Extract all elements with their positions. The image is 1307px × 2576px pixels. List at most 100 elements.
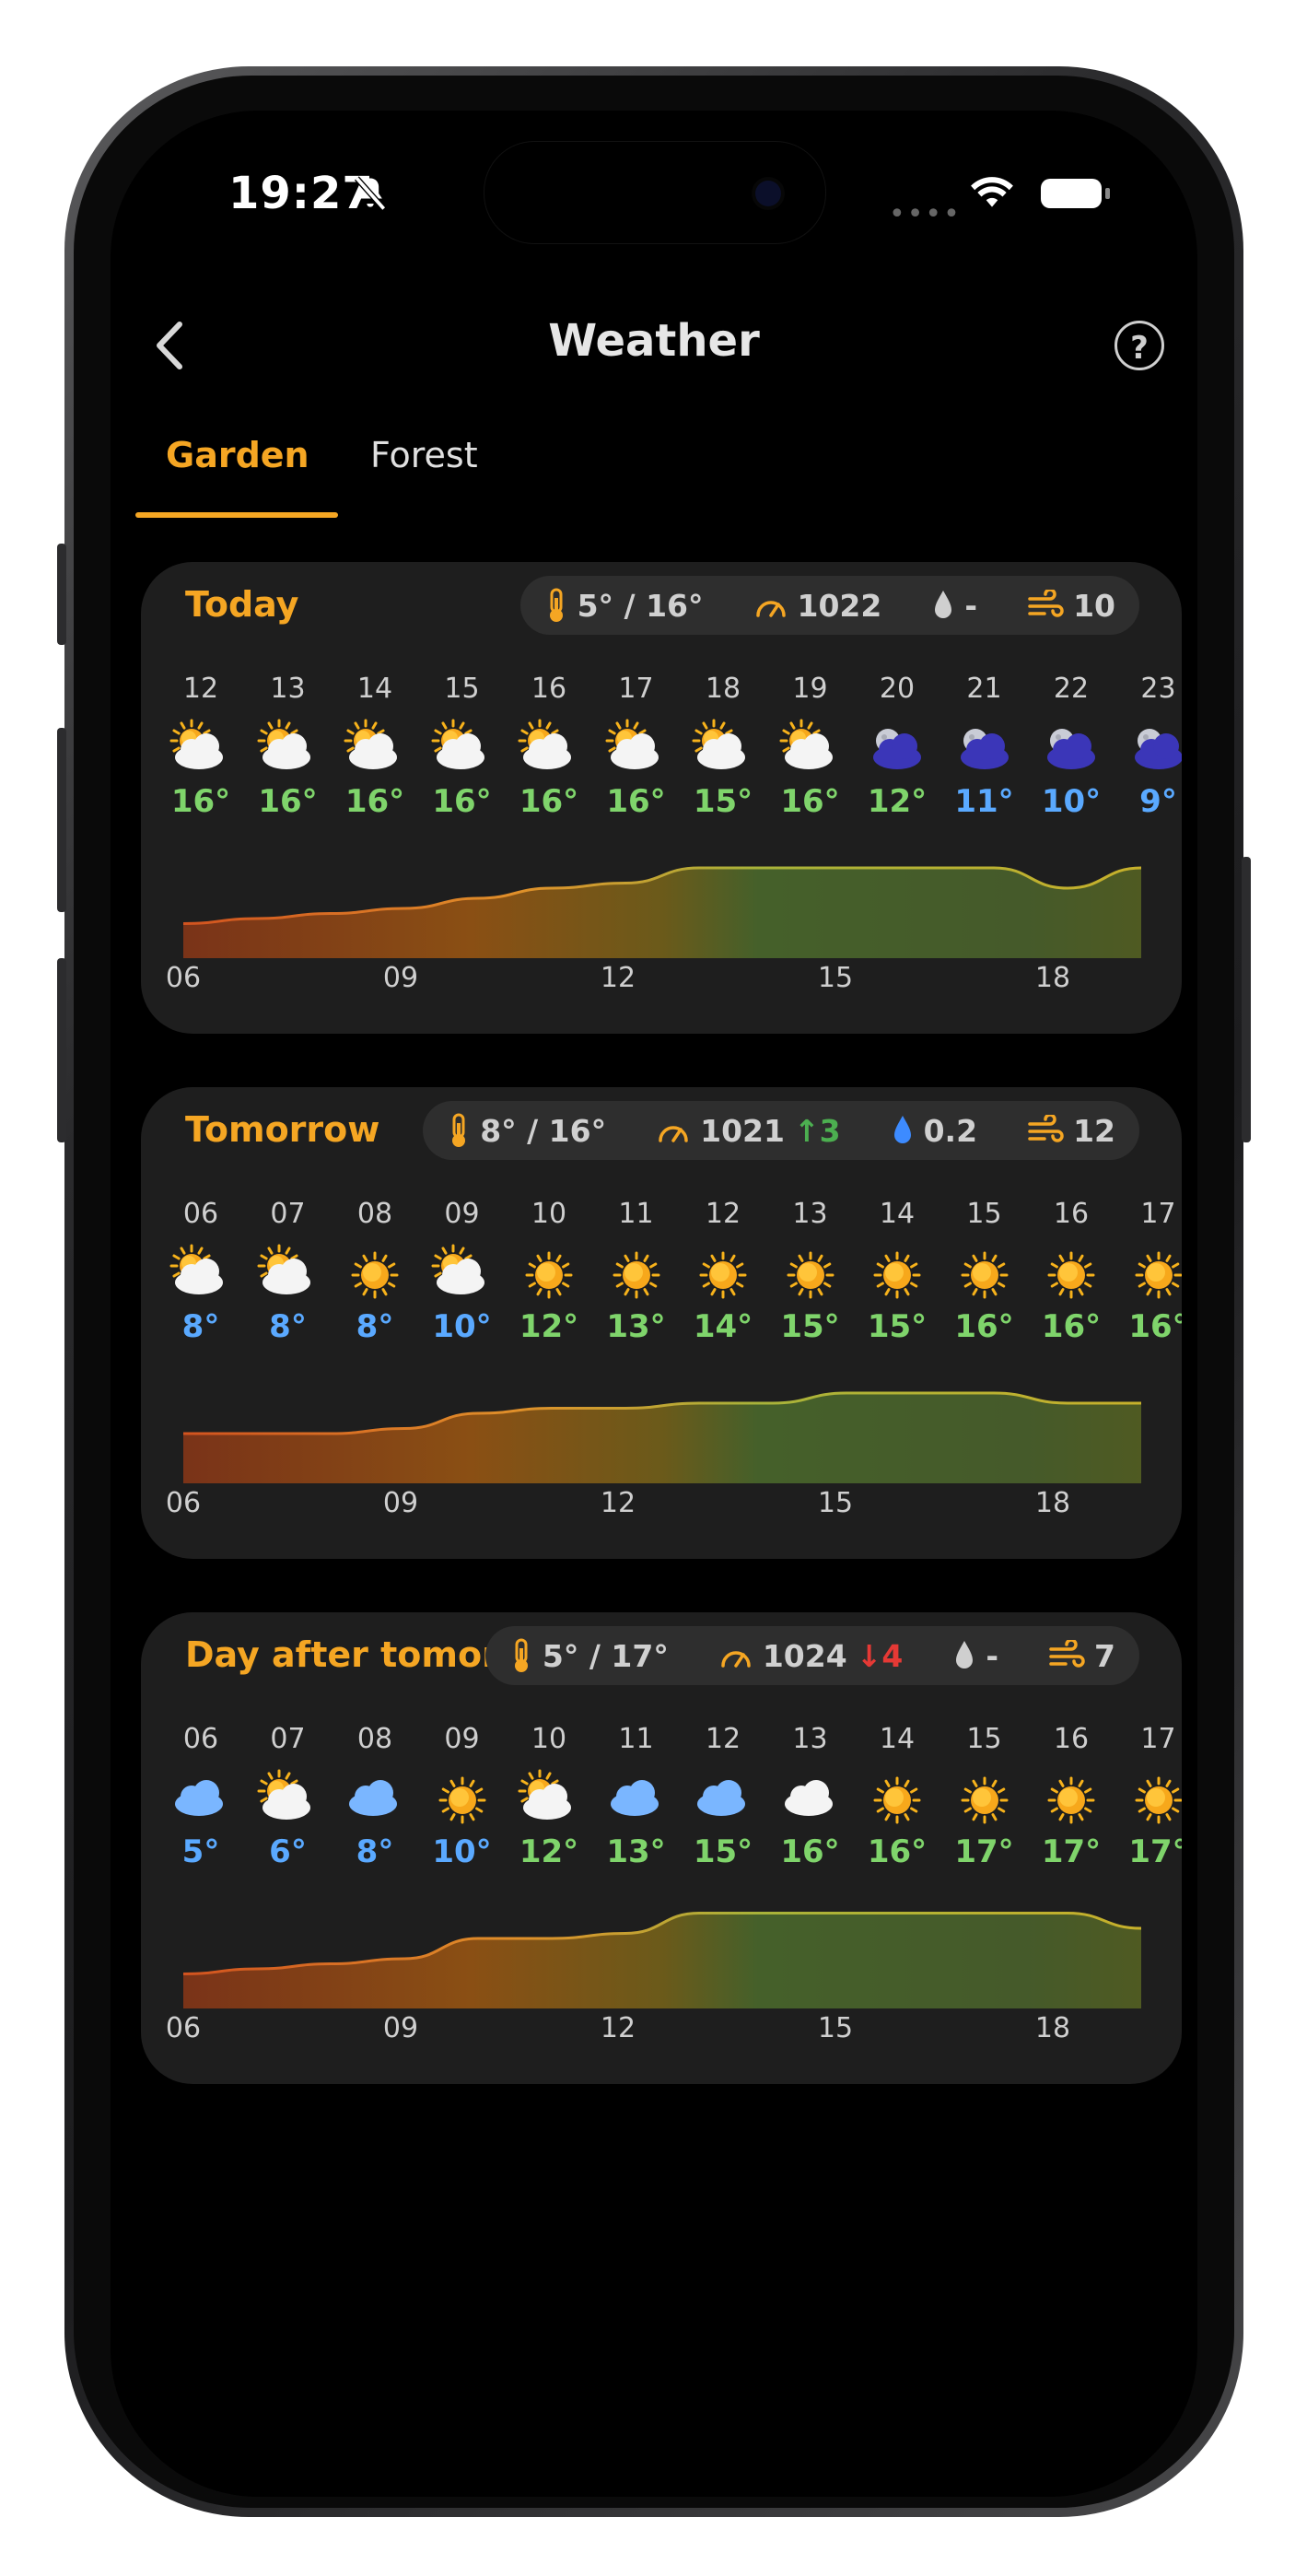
camera-icon	[755, 181, 781, 206]
axis-tick-label: 15	[817, 2012, 854, 2044]
hour-label: 22	[1053, 673, 1090, 705]
hourly-temp: 8°	[356, 1308, 394, 1345]
hourly-temp: 15°	[693, 783, 753, 820]
summary-pill: 5° / 17° 1024 ↓4 - 7	[484, 1626, 1139, 1685]
white-cloud-icon	[774, 1767, 847, 1832]
sun-icon	[860, 1767, 934, 1832]
wind-icon	[1028, 590, 1064, 617]
hour-label: 20	[879, 673, 916, 705]
temp-range: 8° / 16°	[480, 1112, 607, 1149]
sun-icon	[1034, 1242, 1108, 1306]
sun-icon	[948, 1767, 1021, 1832]
thermometer-icon	[514, 1638, 528, 1672]
hourly-temp: 10°	[1041, 783, 1102, 820]
moon-cloud-icon	[860, 717, 934, 781]
sun-icon	[686, 1242, 760, 1306]
hourly-temp: 16°	[867, 1833, 928, 1870]
gauge-icon	[659, 1126, 688, 1142]
cloud-icon	[338, 1767, 412, 1832]
temp-row: 5° 6° 8° 10° 12° 13° 15° 16° 16° 17° 17° 17°	[141, 1833, 1182, 1879]
summary-pill: 5° / 16° 1022 - 10	[519, 576, 1139, 635]
time-axis: 06 09 12 15 18	[141, 1487, 1182, 1524]
active-tab-indicator	[135, 512, 338, 518]
hourly-temp: 17°	[954, 1833, 1014, 1870]
hourly-temp: 10°	[432, 1308, 492, 1345]
rain-value: 0.2	[923, 1112, 978, 1149]
axis-tick-label: 06	[165, 1487, 202, 1519]
hour-label: 06	[182, 1723, 219, 1755]
axis-tick-label: 18	[1034, 962, 1071, 994]
action-button	[57, 544, 66, 645]
hour-label: 10	[531, 1198, 567, 1230]
hour-label: 14	[879, 1723, 916, 1755]
hourly-temp: 6°	[269, 1833, 307, 1870]
axis-tick-label: 09	[382, 2012, 419, 2044]
axis-tick-label: 12	[600, 962, 636, 994]
hourly-temp: 10°	[432, 1833, 492, 1870]
hourly-temp: 16°	[780, 783, 840, 820]
hourly-temp: 5°	[181, 1833, 220, 1870]
hour-label: 09	[444, 1198, 480, 1230]
hourly-temp: 8°	[181, 1308, 220, 1345]
card-title: Today	[185, 584, 299, 625]
hour-label: 16	[531, 673, 567, 705]
hour-label: 07	[270, 1723, 306, 1755]
axis-tick-label: 18	[1034, 1487, 1071, 1519]
hour-label: 12	[182, 673, 219, 705]
wind-value: 7	[1094, 1637, 1115, 1674]
sun-icon	[1034, 1767, 1108, 1832]
hour-label: 17	[1140, 1723, 1176, 1755]
icon-row	[141, 1242, 1182, 1306]
hour-label: 19	[792, 673, 828, 705]
partly-cloudy-icon	[164, 717, 238, 781]
hourly-temp: 15°	[693, 1833, 753, 1870]
hourly-temp: 16°	[170, 783, 231, 820]
hourly-temp: 13°	[606, 1833, 666, 1870]
hour-label: 09	[444, 1723, 480, 1755]
arrow-down-icon: ↓	[856, 1637, 882, 1674]
hour-label: 17	[1140, 1198, 1176, 1230]
hour-label: 08	[356, 1198, 393, 1230]
hour-label: 16	[1053, 1723, 1090, 1755]
hour-label: 21	[966, 673, 1002, 705]
hourly-temp: 16°	[780, 1833, 840, 1870]
thermometer-icon	[452, 1113, 466, 1147]
hourly-temp: 13°	[606, 1308, 666, 1345]
pressure-value: 1022	[797, 587, 882, 624]
raindrop-icon	[893, 1116, 911, 1143]
partly-cloudy-icon	[512, 717, 586, 781]
hour-label: 17	[618, 673, 654, 705]
hourly-temp: 11°	[954, 783, 1014, 820]
screen: 19:27 •••• Weather ? Garden Forest Today…	[111, 111, 1197, 2497]
pressure-trend: ↓4	[857, 1638, 904, 1674]
tab-forest[interactable]: Forest	[370, 435, 478, 475]
pressure-trend-value: 4	[881, 1637, 904, 1674]
cloud-icon	[164, 1767, 238, 1832]
cellular-signal-icon: ••••	[889, 198, 962, 230]
hour-label: 10	[531, 1723, 567, 1755]
pressure-value: 1024	[762, 1637, 847, 1674]
hour-label: 13	[270, 673, 306, 705]
sun-icon	[1122, 1767, 1182, 1832]
gauge-icon	[755, 601, 786, 617]
tab-garden[interactable]: Garden	[166, 435, 309, 475]
hourly-temp: 12°	[867, 783, 928, 820]
hourly-temp: 16°	[519, 783, 579, 820]
partly-cloudy-icon	[686, 717, 760, 781]
hour-label: 07	[270, 1198, 306, 1230]
temperature-area-chart	[183, 866, 1141, 958]
hour-label: 12	[705, 1723, 741, 1755]
hourly-temp: 12°	[519, 1308, 579, 1345]
partly-cloudy-icon	[426, 1242, 499, 1306]
hourly-temp: 16°	[344, 783, 405, 820]
hour-label: 13	[792, 1723, 828, 1755]
hourly-temp: 17°	[1128, 1833, 1182, 1870]
volume-down-button	[57, 958, 66, 1142]
battery-icon	[1041, 179, 1102, 208]
partly-cloudy-icon	[600, 717, 673, 781]
hour-label: 15	[966, 1723, 1002, 1755]
hour-label: 11	[618, 1723, 654, 1755]
hourly-temp: 8°	[356, 1833, 394, 1870]
volume-up-button	[57, 728, 66, 912]
help-button[interactable]: ?	[1114, 321, 1164, 370]
